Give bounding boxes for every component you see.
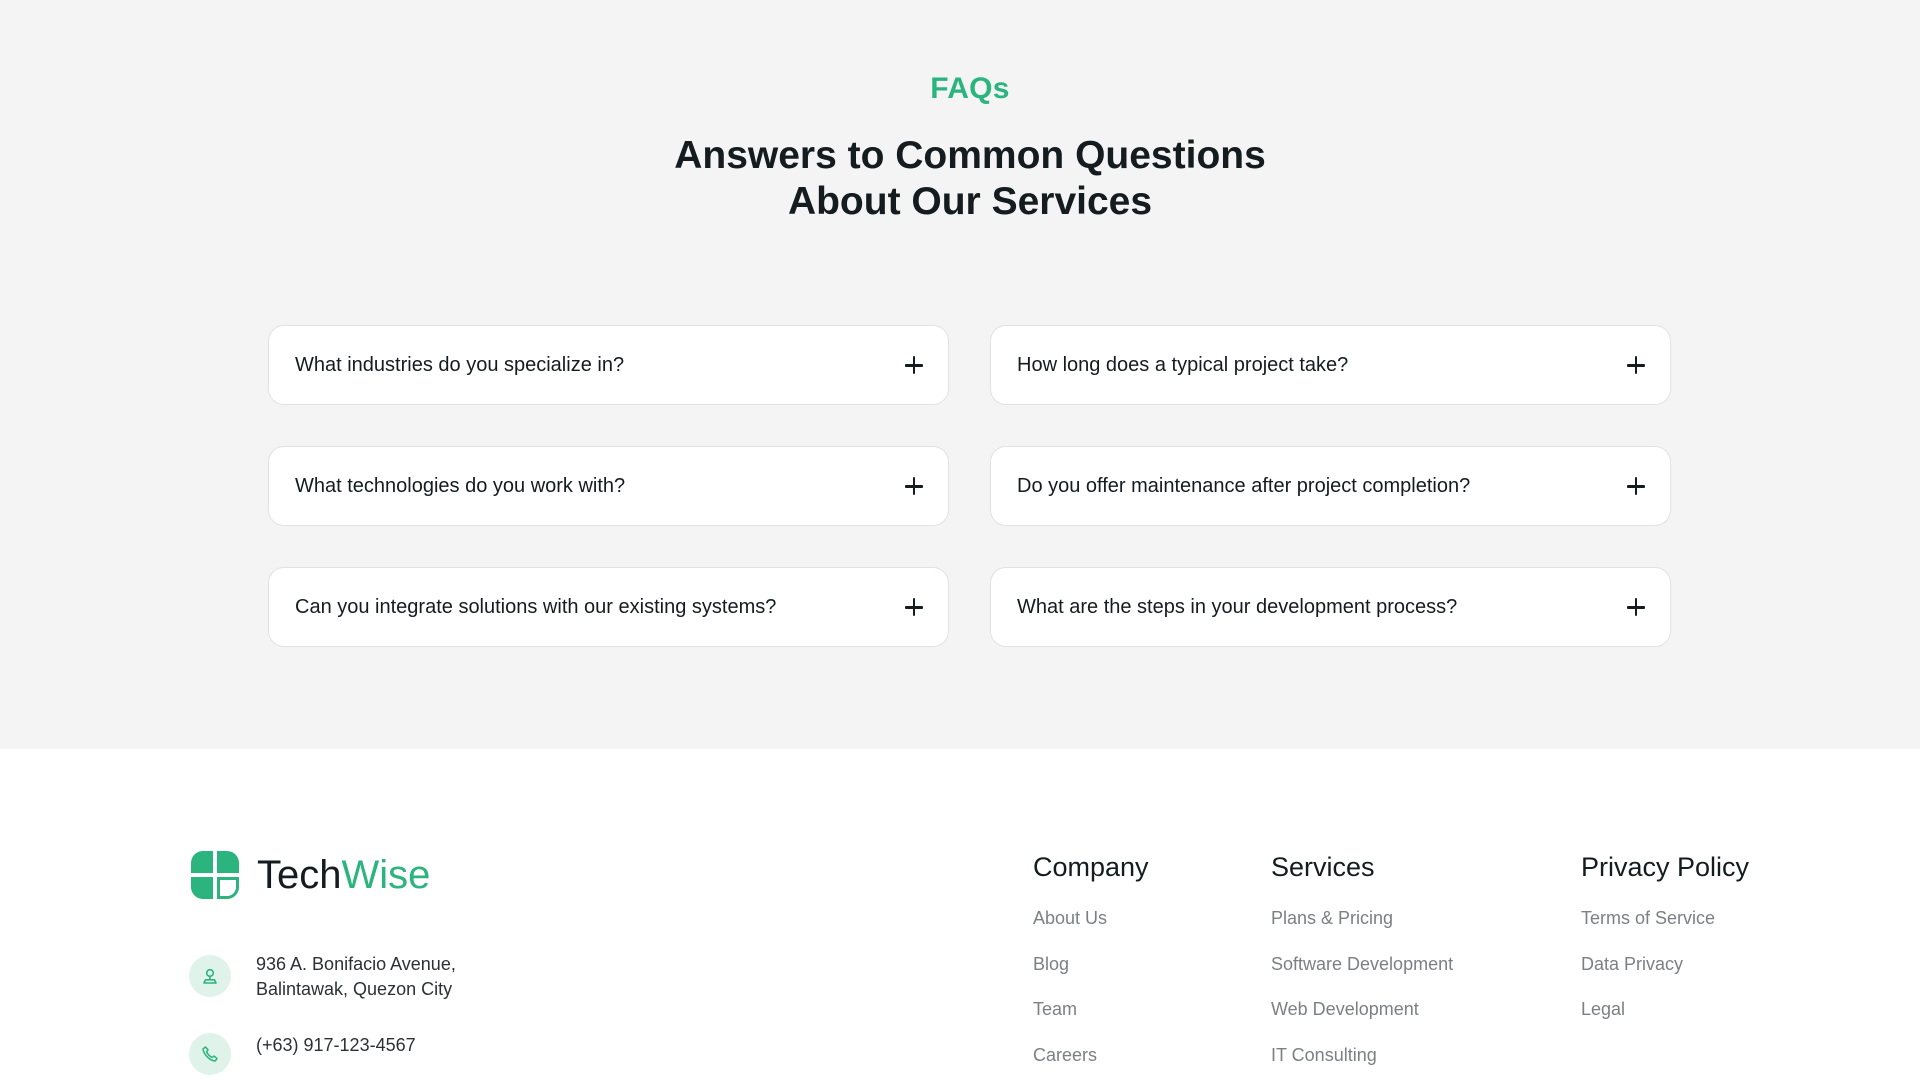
- brand-name-part1: Tech: [257, 852, 342, 897]
- faq-question: How long does a typical project take?: [1017, 353, 1349, 376]
- faq-question: Can you integrate solutions with our exi…: [295, 595, 777, 618]
- footer-link-about-us[interactable]: About Us: [1033, 908, 1107, 929]
- faq-section: FAQs Answers to Common Questions About O…: [0, 0, 1920, 749]
- footer-link-team[interactable]: Team: [1033, 999, 1077, 1020]
- plus-icon[interactable]: [905, 356, 923, 374]
- faq-item-process[interactable]: What are the steps in your development p…: [990, 567, 1671, 647]
- faq-eyebrow: FAQs: [930, 72, 1010, 105]
- footer-link-plans-pricing[interactable]: Plans & Pricing: [1271, 908, 1393, 929]
- footer-link-web-development[interactable]: Web Development: [1271, 999, 1419, 1020]
- faq-question: What technologies do you work with?: [295, 474, 626, 497]
- footer-link-careers[interactable]: Careers: [1033, 1045, 1097, 1066]
- footer-link-data-privacy[interactable]: Data Privacy: [1581, 954, 1683, 975]
- plus-icon[interactable]: [905, 477, 923, 495]
- phone-icon: [189, 1033, 231, 1075]
- address-line2: Balintawak, Quezon City: [256, 979, 453, 999]
- faq-heading-line1: Answers to Common Questions: [674, 134, 1266, 177]
- plus-icon[interactable]: [1627, 477, 1645, 495]
- brand-name-part2: Wise: [341, 852, 431, 897]
- location-icon: [189, 955, 231, 997]
- faq-item-industries[interactable]: What industries do you specialize in?: [268, 325, 949, 405]
- faq-question: Do you offer maintenance after project c…: [1017, 474, 1471, 497]
- footer-link-software-development[interactable]: Software Development: [1271, 954, 1453, 975]
- footer-col-privacy-title: Privacy Policy: [1581, 852, 1750, 882]
- footer-link-it-consulting[interactable]: IT Consulting: [1271, 1045, 1377, 1066]
- footer-link-terms-of-service[interactable]: Terms of Service: [1581, 908, 1715, 929]
- faq-item-maintenance[interactable]: Do you offer maintenance after project c…: [990, 446, 1671, 526]
- phone-number[interactable]: (+63) 917-123-4567: [256, 1033, 416, 1058]
- plus-icon[interactable]: [905, 598, 923, 616]
- faq-item-integration[interactable]: Can you integrate solutions with our exi…: [268, 567, 949, 647]
- footer-col-company-title: Company: [1033, 852, 1149, 882]
- brand-name: TechWise: [257, 853, 430, 898]
- faq-heading-line2: About Our Services: [787, 180, 1153, 223]
- footer-col-services-title: Services: [1271, 852, 1375, 882]
- plus-icon[interactable]: [1627, 356, 1645, 374]
- footer-link-legal[interactable]: Legal: [1581, 999, 1625, 1020]
- faq-question: What industries do you specialize in?: [295, 353, 625, 376]
- address-line1: 936 A. Bonifacio Avenue,: [256, 954, 456, 974]
- faq-item-project-duration[interactable]: How long does a typical project take?: [990, 325, 1671, 405]
- footer-logo[interactable]: TechWise: [189, 849, 430, 901]
- faq-heading: Answers to Common Questions About Our Se…: [0, 133, 1920, 225]
- plus-icon[interactable]: [1627, 598, 1645, 616]
- logo-icon: [191, 851, 239, 899]
- address: 936 A. Bonifacio Avenue, Balintawak, Que…: [256, 952, 456, 1002]
- faq-item-technologies[interactable]: What technologies do you work with?: [268, 446, 949, 526]
- footer-link-blog[interactable]: Blog: [1033, 954, 1069, 975]
- faq-question: What are the steps in your development p…: [1017, 595, 1458, 618]
